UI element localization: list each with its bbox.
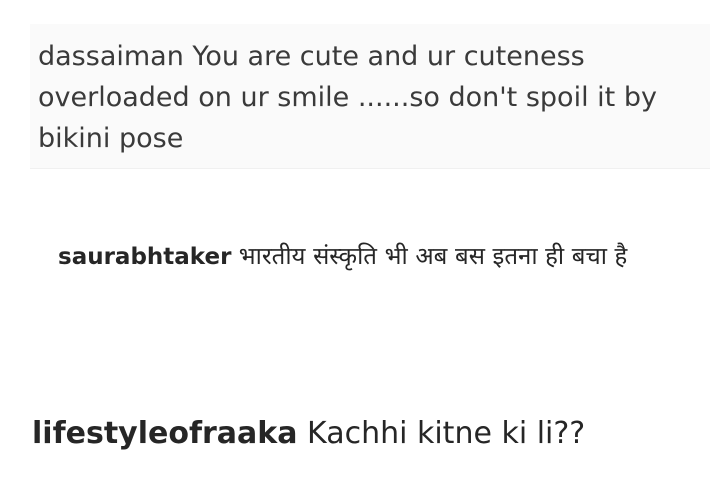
comment-saurabhtaker: saurabhtaker भारतीय संस्कृति भी अब बस इत… <box>58 236 698 277</box>
comment-dassaiman: dassaiman You are cute and ur cuteness o… <box>30 24 710 169</box>
comment-text: Kachhi kitne ki li?? <box>307 416 586 451</box>
comment-username[interactable]: saurabhtaker <box>58 244 231 270</box>
comment-lifestyleofraaka: lifestyleofraaka Kachhi kitne ki li?? <box>32 412 712 456</box>
comment-username[interactable]: dassaiman <box>38 41 184 72</box>
comment-text: भारतीय संस्कृति भी अब बस इतना ही बचा है <box>238 242 628 270</box>
comment-username[interactable]: lifestyleofraaka <box>32 416 298 451</box>
